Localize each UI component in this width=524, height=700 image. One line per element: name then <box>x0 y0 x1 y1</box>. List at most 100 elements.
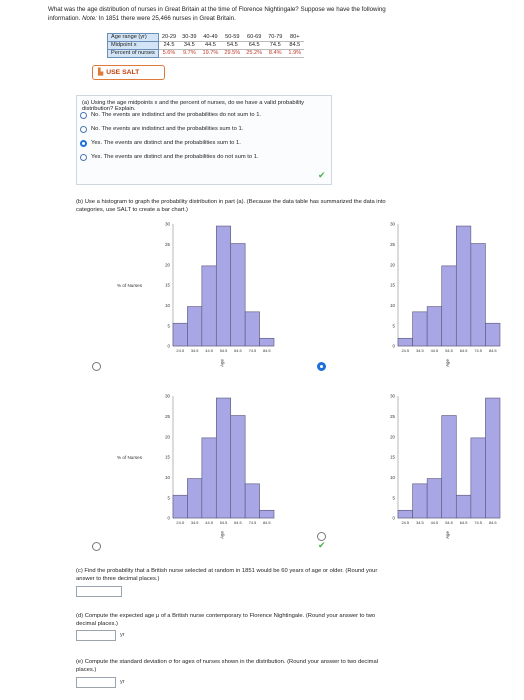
x-tick-label: 64.5 <box>460 348 468 353</box>
y-tick-label: 0 <box>168 344 171 349</box>
table-cell: 54.5 <box>221 41 244 50</box>
histogram-option-1: % of Nurses 0 5 10 15 20 25 30 24.5 34.5 44.5 54.5 6… <box>117 222 275 367</box>
intro-line-2-a: information. <box>48 15 81 22</box>
intro-line-2-b: In 1851 there were 25,466 nurses in Grea… <box>98 15 236 22</box>
part-a-option-2[interactable]: No. The events are indistinct and the pr… <box>80 124 243 134</box>
x-tick-label: 24.5 <box>176 520 184 525</box>
part-a-option-1[interactable]: No. The events are indistinct and the pr… <box>80 110 261 120</box>
y-tick-label: 30 <box>390 394 395 399</box>
y-tick-label: 30 <box>390 222 395 227</box>
y-tick-label: 25 <box>390 414 395 419</box>
table-cell: 64.5 <box>243 41 266 50</box>
histogram-bar <box>441 415 457 519</box>
y-axis-label: % of Nurses <box>117 455 143 460</box>
age-distribution-table: Age range (yr) 20-29 30-39 40-49 50-59 6… <box>107 33 305 58</box>
radio-button[interactable] <box>80 111 87 119</box>
part-a-option-4[interactable]: Yes. The events are distinct and the pro… <box>80 152 259 162</box>
x-axis-label: Age <box>445 359 450 367</box>
histogram-bar <box>455 494 472 519</box>
part-e-answer-input[interactable] <box>76 677 116 688</box>
radio-button[interactable] <box>80 153 87 161</box>
x-tick-label: 54.5 <box>445 348 453 353</box>
part-c-answer-input[interactable] <box>76 586 122 597</box>
histogram-bar <box>485 322 501 347</box>
x-tick-label: 24.5 <box>401 520 409 525</box>
part-d-line-2: decimal places.) <box>76 621 118 627</box>
histogram-bar <box>397 337 413 347</box>
table-cell: 25.2% <box>243 49 266 58</box>
part-d-answer-input[interactable] <box>76 630 116 641</box>
correct-check-icon: ✔ <box>318 540 326 550</box>
y-tick-label: 10 <box>165 475 170 480</box>
table-row: Age range (yr) 20-29 30-39 40-49 50-59 6… <box>107 33 305 42</box>
y-axis-label: % of Nurses <box>117 283 143 288</box>
histogram-radio-2-selected[interactable] <box>317 362 326 371</box>
x-tick-label: 74.5 <box>474 348 482 353</box>
y-tick-label: 15 <box>165 455 170 460</box>
x-tick-label: 84.5 <box>489 520 497 525</box>
x-tick-label: 34.5 <box>416 348 424 353</box>
x-tick-label: 84.5 <box>489 348 497 353</box>
x-tick-label: 74.5 <box>249 520 257 525</box>
y-tick-label: 20 <box>390 262 395 267</box>
table-cell: 20-29 <box>158 33 180 42</box>
header-midpoint: Midpoint x <box>107 41 159 50</box>
y-tick-label: 5 <box>393 495 396 500</box>
y-tick-label: 5 <box>168 323 171 328</box>
y-tick-label: 25 <box>165 414 170 419</box>
x-tick-label: 34.5 <box>416 520 424 525</box>
y-tick-label: 30 <box>165 394 170 399</box>
table-cell: 1.9% <box>285 49 305 58</box>
use-salt-button[interactable]: ▙ USE SALT <box>92 65 165 80</box>
x-axis-label: Age <box>445 531 450 539</box>
x-tick-label: 44.5 <box>431 520 439 525</box>
y-tick-label: 0 <box>168 516 171 521</box>
table-cell: 29.5% <box>221 49 244 58</box>
histogram-bar <box>485 397 501 519</box>
histogram-option-4: % of Nurses05101520253024.534.544.554.56… <box>390 394 501 539</box>
y-tick-label: 20 <box>390 434 395 439</box>
table-cell: 74.5 <box>265 41 286 50</box>
x-tick-label: 84.5 <box>263 520 271 525</box>
y-tick-label: 5 <box>393 323 396 328</box>
radio-button[interactable] <box>80 125 87 133</box>
histogram-radio-3[interactable] <box>92 542 101 551</box>
y-tick-label: 0 <box>393 516 396 521</box>
table-cell: 44.5 <box>199 41 222 50</box>
histogram-bar <box>201 265 217 347</box>
y-tick-label: 20 <box>165 262 170 267</box>
x-tick-label: 54.5 <box>445 520 453 525</box>
histogram-bar <box>412 483 428 519</box>
histogram-bar <box>426 478 443 519</box>
option-label: Yes. The events are distinct and the pro… <box>91 140 241 146</box>
histogram-bar <box>201 437 217 519</box>
histogram-bar <box>470 437 486 519</box>
y-tick-label: 20 <box>165 434 170 439</box>
table-cell: 80+ <box>285 33 305 42</box>
x-tick-label: 64.5 <box>234 520 242 525</box>
y-tick-label: 10 <box>390 475 395 480</box>
histogram-bar <box>441 265 457 347</box>
table-cell: 60-69 <box>243 33 266 42</box>
radio-button-selected[interactable] <box>80 139 87 147</box>
part-a-option-3[interactable]: Yes. The events are distinct and the pro… <box>80 138 241 148</box>
part-e-unit: yr <box>120 679 125 685</box>
part-c-line-2: answer to three decimal places.) <box>76 576 160 582</box>
histogram-bar <box>230 415 246 519</box>
table-cell: 50-59 <box>221 33 244 42</box>
x-tick-label: 74.5 <box>474 520 482 525</box>
table-cell: 30-39 <box>179 33 200 42</box>
part-a-panel: (a) Using the age midpoints x and the pe… <box>76 95 332 185</box>
table-cell: 19.7% <box>199 49 222 58</box>
histogram-bar <box>244 311 260 347</box>
intro-line-1: What was the age distribution of nurses … <box>48 6 386 13</box>
histogram-bar <box>470 243 486 347</box>
chart-icon: ▙ <box>98 69 104 76</box>
table-cell: 24.5 <box>158 41 180 50</box>
x-tick-label: 54.5 <box>220 348 228 353</box>
part-c-line-1: (c) Find the probability that a British … <box>76 568 378 574</box>
histogram-radio-1[interactable] <box>92 362 101 371</box>
part-e-line-1: (e) Compute the standard deviation σ for… <box>76 659 378 665</box>
histogram-bar <box>172 494 188 519</box>
histogram-bar <box>259 337 275 347</box>
